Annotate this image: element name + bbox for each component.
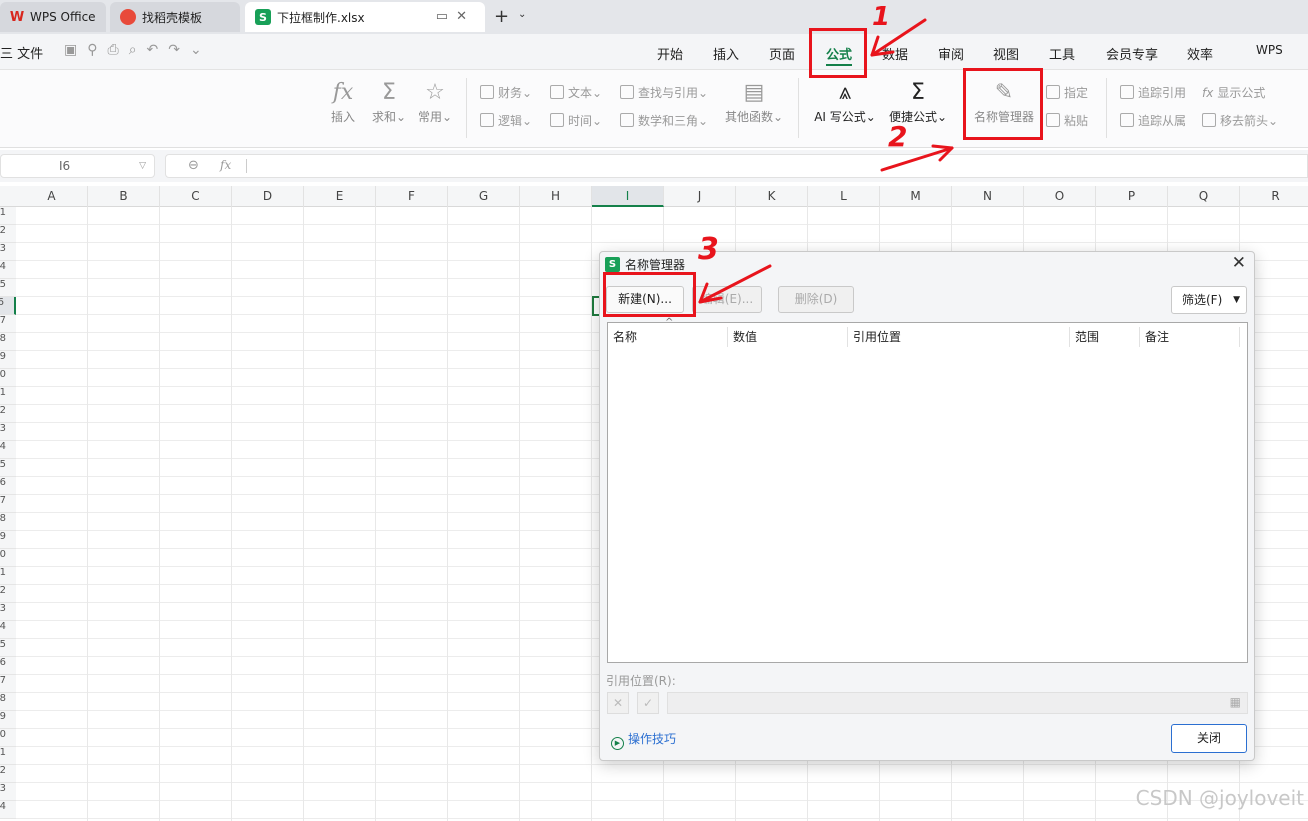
annotation-number-2: 2 xyxy=(888,120,908,153)
annotation-arrows xyxy=(698,18,954,304)
watermark: CSDN @joyloveit xyxy=(1135,786,1304,810)
annotation-number-1: 1 xyxy=(872,2,891,32)
arrow-3 xyxy=(698,264,772,304)
annotation-number-3: 3 xyxy=(698,232,719,267)
